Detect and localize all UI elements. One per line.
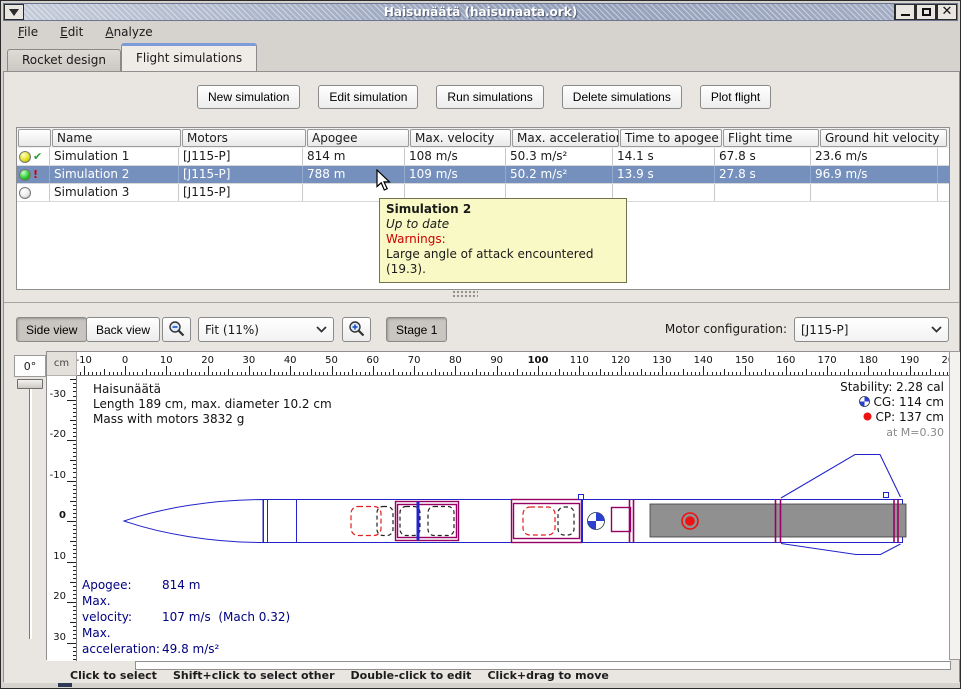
cg-value: CG: 114 cm (873, 395, 944, 409)
motor-configuration-label: Motor configuration: (665, 322, 787, 336)
cg-marker (588, 513, 605, 530)
table-row-simulation-1[interactable]: ✔ Simulation 1 [J115-P] 814 m 108 m/s 50… (17, 148, 949, 166)
magnifier-minus-icon (167, 320, 186, 339)
status-loaded-icon (19, 151, 31, 163)
cp-value: CP: 137 cm (876, 410, 944, 424)
mouse-cursor-icon (376, 169, 393, 192)
column-header-status[interactable] (18, 129, 51, 147)
tab-rocket-design[interactable]: Rocket design (7, 49, 121, 71)
chevron-down-icon (316, 326, 327, 333)
tab-bar: Rocket design Flight simulations (3, 43, 958, 71)
rotation-slider-handle[interactable] (17, 379, 43, 389)
rocket-canvas[interactable]: Haisunäätä Length 189 cm, max. diameter … (77, 376, 950, 661)
vertical-scrollbar[interactable] (949, 351, 961, 660)
menu-edit[interactable]: Edit (51, 22, 92, 42)
tooltip-status: Up to date (386, 217, 620, 232)
simulation-buttons: New simulation Edit simulation Run simul… (197, 85, 771, 109)
status-hints: Click to selectShift+click to select oth… (70, 669, 625, 682)
rocket-mass: Mass with motors 3832 g (93, 412, 332, 427)
status-not-simulated-icon (19, 187, 31, 199)
zoom-out-button[interactable] (162, 317, 191, 342)
vertical-ruler: -30-20-100102030 (47, 376, 77, 661)
delete-simulations-button[interactable]: Delete simulations (562, 85, 682, 109)
flight-summary: Apogee:814 m Max. velocity:107 m/s (Mach… (82, 577, 290, 657)
window-title: Haisunäätä (haisunaata.ork) (4, 5, 957, 19)
run-simulations-button[interactable]: Run simulations (436, 85, 543, 109)
zoom-in-button[interactable] (342, 317, 371, 342)
check-icon: ✔ (33, 151, 42, 163)
table-row-simulation-2[interactable]: ! Simulation 2 [J115-P] 788 m 109 m/s 50… (17, 166, 949, 184)
edit-simulation-button[interactable]: Edit simulation (318, 85, 418, 109)
rotation-slider-track[interactable] (29, 389, 32, 639)
back-view-button[interactable]: Back view (86, 317, 160, 342)
summary-max-velocity: 107 m/s (Mach 0.32) (162, 610, 290, 624)
splitter-handle[interactable] (452, 290, 478, 298)
openrocket-window: Haisunäätä (haisunaata.ork) ✕ File Edit … (0, 0, 961, 689)
column-header-motors[interactable]: Motors (182, 129, 306, 147)
zoom-level-select[interactable]: Fit (11%) (198, 317, 334, 342)
rocket-name: Haisunäätä (93, 382, 332, 397)
rocket-view-panel: Side view Back view Fit (11%) (4, 302, 959, 683)
fin-top[interactable] (781, 455, 901, 499)
horizontal-ruler: -100102030405060708090100110120130140150… (77, 352, 950, 376)
stability-value: Stability: 2.28 cal (840, 380, 944, 395)
summary-apogee: 814 m (162, 578, 200, 592)
title-bar[interactable]: Haisunäätä (haisunaata.ork) ✕ (3, 3, 958, 21)
column-header-name[interactable]: Name (52, 129, 181, 147)
minimize-icon (901, 14, 910, 16)
flight-simulations-panel: New simulation Edit simulation Run simul… (3, 71, 960, 682)
stage-1-button[interactable]: Stage 1 (386, 317, 447, 342)
table-header: Name Motors Apogee Max. velocity Max. ac… (17, 128, 949, 148)
stability-info: Stability: 2.28 cal CG: 114 cm CP: (840, 380, 944, 440)
close-icon: ✕ (942, 7, 953, 17)
tooltip-warnings-label: Warnings: (386, 232, 620, 247)
column-header-ground-hit-velocity[interactable]: Ground hit velocity (820, 129, 947, 147)
cg-icon (859, 396, 870, 407)
chevron-down-icon (931, 326, 942, 333)
rotation-angle-value: 0° (14, 355, 46, 377)
warning-icon: ! (33, 169, 38, 181)
motor-configuration-select[interactable]: [J115-P] (794, 317, 949, 342)
maximize-icon (922, 8, 931, 16)
new-simulation-button[interactable]: New simulation (197, 85, 300, 109)
close-button[interactable]: ✕ (936, 4, 957, 20)
plot-flight-button[interactable]: Plot flight (700, 85, 771, 109)
column-header-apogee[interactable]: Apogee (307, 129, 409, 147)
tab-flight-simulations[interactable]: Flight simulations (121, 43, 257, 71)
rocket-dimensions: Length 189 cm, max. diameter 10.2 cm (93, 397, 332, 412)
summary-max-acceleration: 49.8 m/s² (162, 642, 219, 656)
column-header-max-acceleration[interactable]: Max. acceleration (512, 129, 619, 147)
column-header-time-to-apogee[interactable]: Time to apogee (620, 129, 722, 147)
tooltip-warning-text: Large angle of attack encountered (19.3)… (386, 247, 620, 277)
simulation-tooltip: Simulation 2 Up to date Warnings: Large … (379, 198, 627, 283)
launch-lug[interactable] (884, 493, 889, 498)
fin-bottom[interactable] (781, 544, 901, 555)
column-header-flight-time[interactable]: Flight time (723, 129, 819, 147)
menu-bar: File Edit Analyze (3, 21, 958, 43)
minimize-button[interactable] (894, 4, 915, 20)
magnifier-plus-icon (347, 320, 366, 339)
zoom-level-value: Fit (11%) (205, 323, 259, 337)
window-frame-notch (58, 683, 72, 687)
cp-icon (862, 411, 873, 422)
rocket-info: Haisunäätä Length 189 cm, max. diameter … (93, 382, 332, 427)
menu-analyze[interactable]: Analyze (96, 22, 161, 42)
rocket-canvas-block: cm -100102030405060708090100110120130140… (46, 351, 949, 660)
motor-configuration-value: [J115-P] (801, 323, 848, 337)
ruler-unit-label: cm (47, 352, 77, 376)
column-header-max-velocity[interactable]: Max. velocity (410, 129, 511, 147)
forward-body-tube[interactable] (264, 500, 583, 543)
menu-file[interactable]: File (9, 22, 47, 42)
tooltip-title: Simulation 2 (386, 202, 620, 217)
mach-condition: at M=0.30 (840, 425, 944, 440)
status-uptodate-icon (19, 169, 31, 181)
side-view-button[interactable]: Side view (16, 317, 87, 342)
nose-cone[interactable] (124, 500, 263, 543)
maximize-button[interactable] (915, 4, 936, 20)
view-toolbar: Side view Back view Fit (11%) (4, 315, 959, 343)
